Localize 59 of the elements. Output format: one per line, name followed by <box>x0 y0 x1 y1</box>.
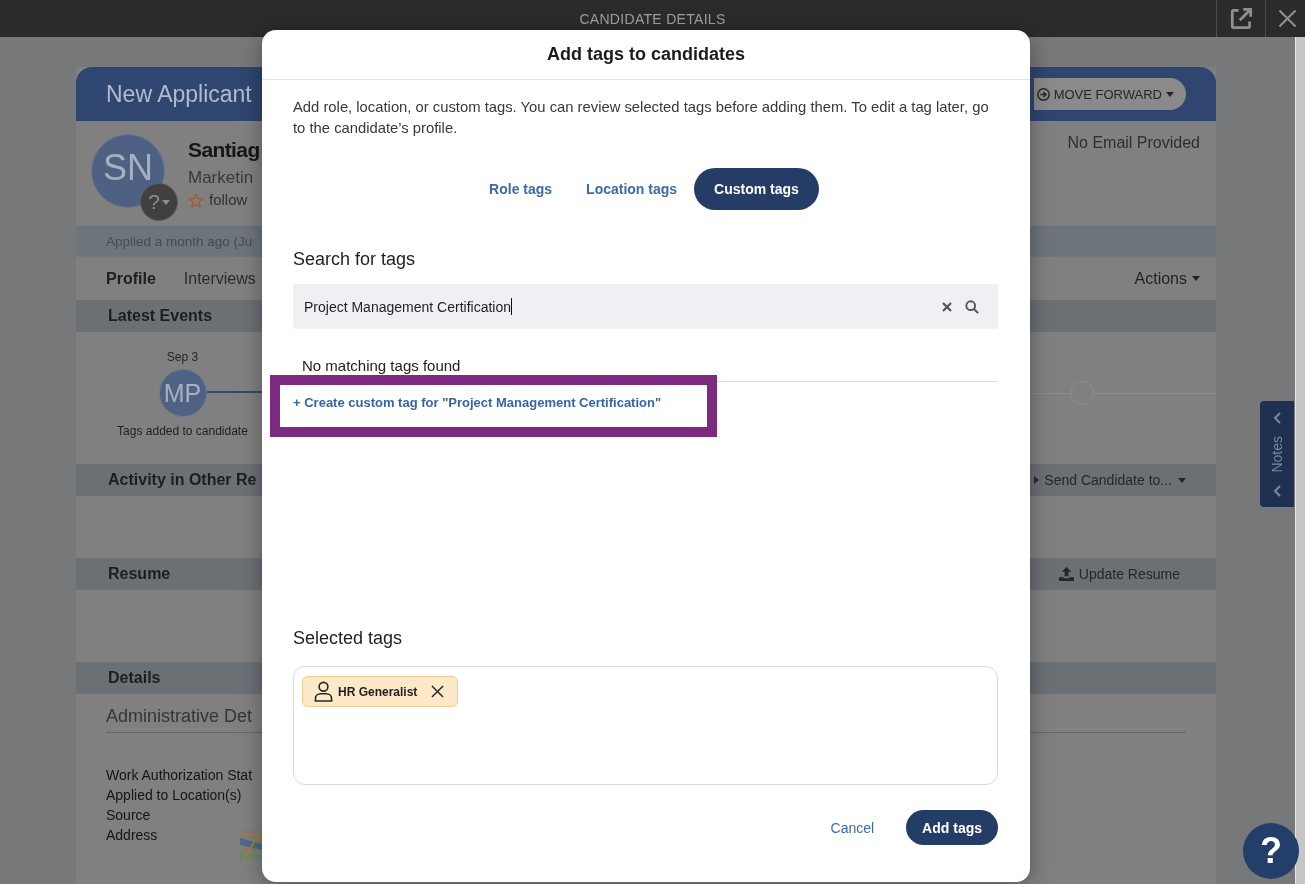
remove-icon <box>431 685 445 698</box>
tag-type-tab[interactable]: Role tags <box>472 168 570 210</box>
field-label: Address <box>106 826 158 845</box>
caret-icon <box>1166 91 1174 97</box>
clear-icon[interactable] <box>942 301 952 312</box>
no-results-message: No matching tags found <box>301 356 461 375</box>
dialog-title: Add tags to candidates <box>547 44 745 65</box>
update-resume-button[interactable]: Update Resume <box>1058 566 1180 582</box>
section-title: Resume <box>108 565 171 582</box>
actions-menu-button[interactable]: Actions <box>1134 269 1200 288</box>
follow-button[interactable]: follow <box>188 190 248 210</box>
event-avatar: MP <box>158 369 207 417</box>
profile-tab[interactable]: Profile <box>106 269 156 288</box>
field-label: Source <box>106 806 151 825</box>
candidate-name: Santiag <box>188 137 260 163</box>
chevron-left-icon <box>1273 412 1281 424</box>
scrollbar[interactable] <box>1295 37 1305 884</box>
caret-icon <box>1192 276 1200 281</box>
candidate-role: Marketin <box>188 168 254 188</box>
field-label: Work Authorization Stat <box>106 766 253 785</box>
add-tags-button[interactable]: Add tags <box>906 810 998 845</box>
search-icon[interactable] <box>965 299 979 314</box>
help-button[interactable]: ? <box>1243 823 1299 879</box>
external-link-icon <box>1229 7 1253 30</box>
status-menu-button[interactable]: ? <box>140 183 178 221</box>
details-subtitle: Administrative Det <box>106 706 253 726</box>
caret-icon <box>161 199 170 205</box>
send-candidate-button[interactable]: Send Candidate to... <box>1034 472 1186 488</box>
notes-tab[interactable]: Notes <box>1260 401 1294 507</box>
dialog-description: Add role, location, or custom tags. You can review selected tags before adding them. To edit a tag later, go to the candidate’s profile. <box>293 98 990 138</box>
selected-tags-heading: Selected tags <box>293 627 403 649</box>
section-title: Latest Events <box>108 307 213 324</box>
event-description: Tags added to candidate <box>117 424 248 438</box>
circle-arrow-icon <box>1036 87 1050 101</box>
section-title: Activity in Other Re <box>108 471 257 488</box>
search-heading: Search for tags <box>293 248 416 270</box>
search-field[interactable]: Project Management Certification <box>293 284 998 329</box>
candidate-email: No Email Provided <box>1067 133 1200 153</box>
profile-tab[interactable]: Interviews <box>183 269 256 288</box>
close-icon <box>1278 9 1297 28</box>
section-title: Details <box>108 669 161 686</box>
remove-tag-button[interactable] <box>431 685 445 698</box>
move-forward-button[interactable]: MOVE FORWARD <box>1033 78 1186 110</box>
status-title: New Applicant <box>106 80 252 107</box>
tag-label: HR Generalist <box>338 684 418 699</box>
person-icon <box>314 681 333 702</box>
triangle-right-icon <box>1034 476 1040 484</box>
upload-icon <box>1058 567 1074 581</box>
avatar-initials: SN <box>103 153 153 183</box>
caret-icon <box>1178 477 1186 483</box>
chevron-left-icon <box>1273 485 1281 497</box>
cancel-button[interactable]: Cancel <box>830 819 875 836</box>
event-date: Sep 3 <box>166 350 199 364</box>
tag-type-tab[interactable]: Custom tags <box>694 168 819 210</box>
map-thumbnail <box>240 829 262 859</box>
tag-type-tab[interactable]: Location tags <box>569 168 695 210</box>
create-tag-link[interactable]: + Create custom tag for "Project Management Certification" <box>293 394 662 412</box>
field-label: Applied to Location(s) <box>106 786 242 805</box>
window-title: CANDIDATE DETAILS <box>579 10 726 27</box>
